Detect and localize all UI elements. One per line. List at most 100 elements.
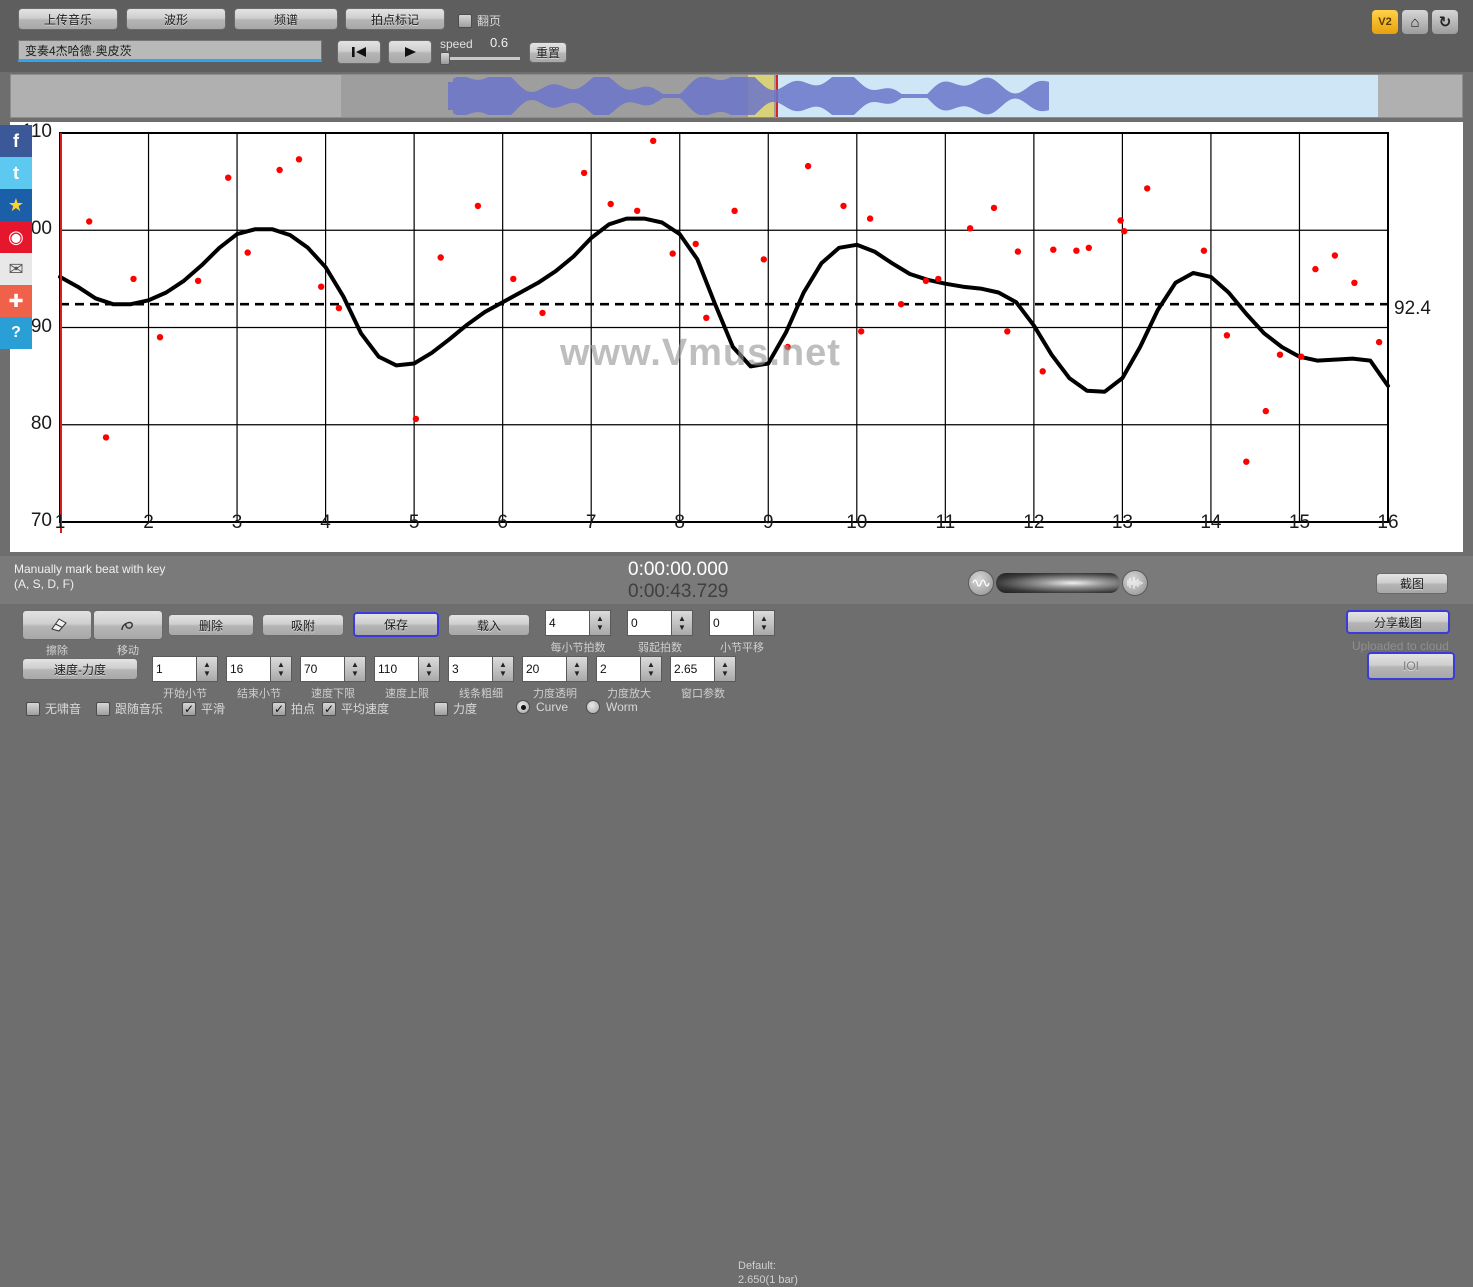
v2-badge-icon[interactable]: V2 (1372, 10, 1398, 34)
spinner-tempo-max[interactable]: ▲▼ 速度上限 (374, 656, 440, 701)
move-tool-button[interactable] (93, 610, 163, 640)
spinner-window-param[interactable]: ▲▼ 窗口参数 (670, 656, 736, 701)
start-bar-stepper[interactable]: ▲ ▼ (196, 656, 218, 682)
spinner-beats-per-bar[interactable]: ▲▼ 每小节拍数 (545, 610, 611, 655)
social-share-rail: f t ★ ◉ ✉ ✚? (0, 125, 32, 349)
tempo-dynamics-button[interactable]: 速度-力度 (22, 658, 138, 680)
track-title-field[interactable]: 变奏4杰哈德·奥皮茨 (18, 40, 322, 62)
snapshot-button[interactable]: 截图 (1376, 573, 1448, 594)
waveform-overview[interactable] (10, 74, 1463, 118)
tempo-max-input[interactable] (374, 656, 418, 682)
spinner-dynamics-opacity[interactable]: ▲▼ 力度透明 (522, 656, 588, 701)
weibo-icon[interactable]: ◉ (0, 221, 32, 253)
chevron-up-icon[interactable]: ▲ (596, 614, 604, 623)
dynamics-opacity-input[interactable] (522, 656, 566, 682)
chevron-up-icon[interactable]: ▲ (351, 660, 359, 669)
checkbox-follow-music[interactable]: 跟随音乐 (96, 700, 163, 717)
wave-smooth-icon[interactable] (968, 570, 994, 596)
tempo-min-stepper[interactable]: ▲ ▼ (344, 656, 366, 682)
snap-to-button[interactable]: 吸附 (262, 614, 344, 636)
spinner-pickup-beats[interactable]: ▲▼ 弱起拍数 (627, 610, 693, 655)
radio-worm[interactable]: Worm (586, 700, 638, 714)
smoothing-slider-track[interactable] (996, 573, 1120, 593)
chevron-up-icon[interactable]: ▲ (277, 660, 285, 669)
beats-per-bar-stepper[interactable]: ▲ ▼ (589, 610, 611, 636)
share-snapshot-button[interactable]: 分享截图 (1346, 610, 1450, 634)
checkbox-beat[interactable]: ✓ 拍点 (272, 700, 315, 717)
checkbox-dynamics[interactable]: 力度 (434, 700, 477, 717)
bar-shift-stepper[interactable]: ▲ ▼ (753, 610, 775, 636)
chevron-up-icon[interactable]: ▲ (203, 660, 211, 669)
spinner-bar-shift[interactable]: ▲▼ 小节平移 (709, 610, 775, 655)
checkbox-smooth[interactable]: ✓ 平滑 (182, 700, 225, 717)
radio-curve[interactable]: Curve (516, 700, 568, 714)
bar-shift-input[interactable] (709, 610, 753, 636)
home-icon[interactable]: ⌂ (1402, 10, 1428, 34)
play-button[interactable] (388, 40, 432, 64)
refresh-icon[interactable]: ↻ (1432, 10, 1458, 34)
start-bar-input[interactable] (152, 656, 196, 682)
spinner-end-bar[interactable]: ▲▼ 结束小节 (226, 656, 292, 701)
delete-button[interactable]: 删除 (168, 614, 254, 636)
tab-spectrum[interactable]: 频谱 (234, 8, 338, 30)
facebook-icon[interactable]: f (0, 125, 32, 157)
tempo-min-input[interactable] (300, 656, 344, 682)
chevron-down-icon[interactable]: ▼ (760, 623, 768, 632)
end-bar-stepper[interactable]: ▲ ▼ (270, 656, 292, 682)
help-icon[interactable]: ? (0, 317, 32, 349)
checkbox-no-whistle[interactable]: 无啸音 (26, 700, 81, 717)
chevron-up-icon[interactable]: ▲ (573, 660, 581, 669)
smoothing-slider[interactable] (968, 570, 1148, 596)
chevron-down-icon[interactable]: ▼ (203, 669, 211, 678)
dynamics-scale-stepper[interactable]: ▲ ▼ (640, 656, 662, 682)
line-thickness-stepper[interactable]: ▲ ▼ (492, 656, 514, 682)
pickup-beats-input[interactable] (627, 610, 671, 636)
chevron-up-icon[interactable]: ▲ (678, 614, 686, 623)
beats-per-bar-input[interactable] (545, 610, 589, 636)
chevron-up-icon[interactable]: ▲ (760, 614, 768, 623)
spinner-line-thickness[interactable]: ▲▼ 线条粗细 (448, 656, 514, 701)
gplus-icon[interactable]: ✚ (0, 285, 32, 317)
tab-beat-marker[interactable]: 拍点标记 (345, 8, 445, 30)
pickup-beats-stepper[interactable]: ▲ ▼ (671, 610, 693, 636)
checkbox-average-tempo[interactable]: ✓ 平均速度 (322, 700, 389, 717)
chevron-down-icon[interactable]: ▼ (678, 623, 686, 632)
window-param-input[interactable] (670, 656, 714, 682)
chevron-down-icon[interactable]: ▼ (721, 669, 729, 678)
dynamics-opacity-stepper[interactable]: ▲ ▼ (566, 656, 588, 682)
spinner-start-bar[interactable]: ▲▼ 开始小节 (152, 656, 218, 701)
chevron-up-icon[interactable]: ▲ (647, 660, 655, 669)
qzone-icon[interactable]: ★ (0, 189, 32, 221)
chevron-down-icon[interactable]: ▼ (647, 669, 655, 678)
window-param-stepper[interactable]: ▲ ▼ (714, 656, 736, 682)
chevron-up-icon[interactable]: ▲ (499, 660, 507, 669)
chevron-up-icon[interactable]: ▲ (721, 660, 729, 669)
chevron-down-icon[interactable]: ▼ (277, 669, 285, 678)
chevron-down-icon[interactable]: ▼ (351, 669, 359, 678)
chevron-down-icon[interactable]: ▼ (596, 623, 604, 632)
spinner-tempo-min[interactable]: ▲▼ 速度下限 (300, 656, 366, 701)
erase-tool-button[interactable] (22, 610, 92, 640)
reset-button[interactable]: 重置 (529, 42, 567, 63)
tempo-max-stepper[interactable]: ▲ ▼ (418, 656, 440, 682)
save-button[interactable]: 保存 (353, 612, 439, 637)
chevron-down-icon[interactable]: ▼ (425, 669, 433, 678)
speed-slider-knob[interactable] (440, 52, 450, 65)
speed-slider-track[interactable] (440, 57, 520, 60)
page-turn-checkbox[interactable]: 翻页 (458, 12, 501, 29)
end-bar-input[interactable] (226, 656, 270, 682)
tab-waveform[interactable]: 波形 (126, 8, 226, 30)
wave-detail-icon[interactable] (1122, 570, 1148, 596)
ioi-button[interactable]: IOI (1367, 652, 1455, 680)
line-thickness-input[interactable] (448, 656, 492, 682)
dynamics-scale-input[interactable] (596, 656, 640, 682)
load-button[interactable]: 载入 (448, 614, 530, 636)
tab-upload-music[interactable]: 上传音乐 (18, 8, 118, 30)
twitter-icon[interactable]: t (0, 157, 32, 189)
chevron-down-icon[interactable]: ▼ (499, 669, 507, 678)
spinner-dynamics-scale[interactable]: ▲▼ 力度放大 (596, 656, 662, 701)
rewind-button[interactable] (337, 40, 381, 64)
email-icon[interactable]: ✉ (0, 253, 32, 285)
chevron-down-icon[interactable]: ▼ (573, 669, 581, 678)
chevron-up-icon[interactable]: ▲ (425, 660, 433, 669)
